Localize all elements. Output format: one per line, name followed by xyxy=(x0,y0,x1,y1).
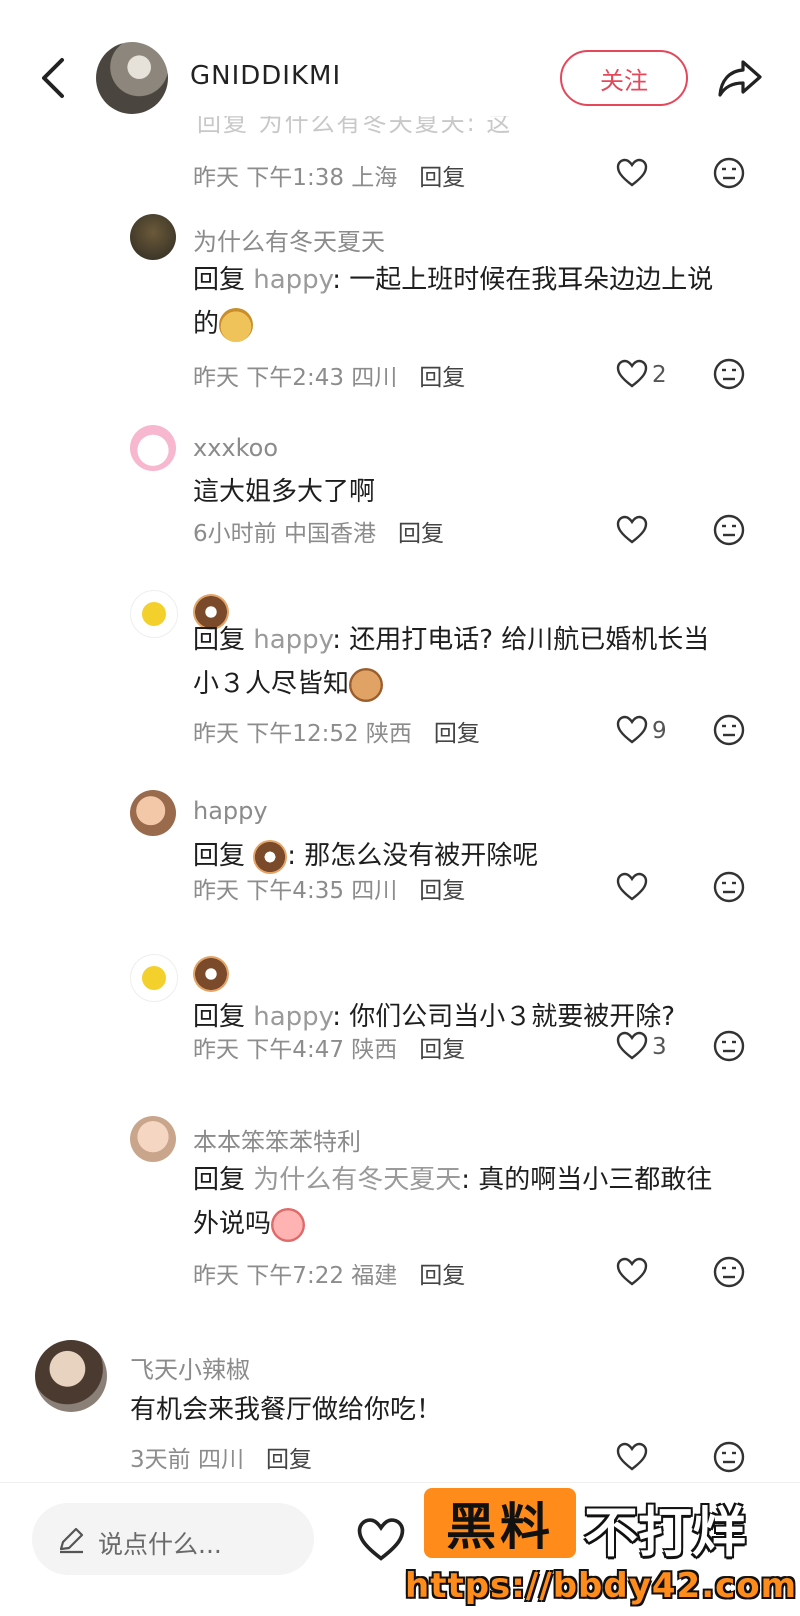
heart-icon[interactable] xyxy=(616,515,648,545)
dislike-face-icon[interactable] xyxy=(712,156,746,190)
reply-button[interactable]: 回复 xyxy=(419,878,465,904)
comment-avatar[interactable] xyxy=(130,425,176,471)
heart-icon[interactable] xyxy=(616,1031,648,1061)
comment-input-placeholder[interactable]: 说点什么... xyxy=(98,1525,222,1561)
heart-icon[interactable] xyxy=(616,359,648,389)
comment-meta: 3天前 四川 回复 xyxy=(130,1447,312,1473)
crying-face-emoji xyxy=(271,1207,306,1242)
duck-emoji xyxy=(142,966,166,990)
back-arrow-icon[interactable] xyxy=(36,56,70,100)
comment-meta: 6小时前 中国香港 回复 xyxy=(193,521,444,547)
dislike-face-icon[interactable] xyxy=(712,357,746,391)
watermark-url: https://bbdy42.com xyxy=(405,1566,798,1606)
donut-target-emoji[interactable] xyxy=(253,839,288,874)
dislike-face-icon[interactable] xyxy=(712,1440,746,1474)
reply-button[interactable]: 回复 xyxy=(266,1447,312,1473)
pencil-icon xyxy=(59,1527,84,1554)
follow-button[interactable]: 关注 xyxy=(560,50,688,106)
heart-icon[interactable] xyxy=(616,1442,648,1472)
comment-username[interactable]: 飞天小辣椒 xyxy=(130,1350,250,1385)
reply-button[interactable]: 回复 xyxy=(419,365,465,391)
top-bar: GNIDDIKMI 关注 xyxy=(0,0,800,128)
comment-username[interactable]: 本本笨笨苯特利 xyxy=(193,1122,361,1157)
comment-username[interactable]: happy xyxy=(193,797,268,825)
reply-target[interactable]: happy xyxy=(253,1002,332,1032)
donut-username-emoji[interactable] xyxy=(193,956,229,992)
comment-avatar[interactable] xyxy=(130,590,178,638)
comment-avatar[interactable] xyxy=(130,1116,176,1162)
dislike-face-icon[interactable] xyxy=(712,1255,746,1289)
comment-text: 有机会来我餐厅做给你吃！ xyxy=(130,1395,443,1425)
heart-icon[interactable] xyxy=(356,1517,406,1563)
comment-text: 回复 happy: 一起上班时候在我耳朵边边上说 的 xyxy=(193,258,753,346)
comment-username[interactable]: 为什么有冬天夏天 xyxy=(193,222,385,257)
comment-meta: 昨天 下午1:38 上海 回复 xyxy=(193,165,466,191)
dislike-face-icon[interactable] xyxy=(712,513,746,547)
dislike-face-icon[interactable] xyxy=(712,1029,746,1063)
comment-meta: 昨天 下午2:43 四川 回复 xyxy=(193,365,466,391)
reply-target[interactable]: 为什么有冬天夏天 xyxy=(253,1165,461,1195)
comment-meta: 昨天 下午4:35 四川 回复 xyxy=(193,878,466,904)
comment-meta: 昨天 下午7:22 福建 回复 xyxy=(193,1263,466,1289)
comment-text: 這大姐多大了啊 xyxy=(193,477,376,507)
reply-button[interactable]: 回复 xyxy=(419,165,465,191)
share-icon[interactable] xyxy=(716,56,764,100)
reply-button[interactable]: 回复 xyxy=(419,1263,465,1289)
comment-text: 回复 为什么有冬天夏天: 真的啊当小三都敢往 外说吗 xyxy=(193,1158,773,1246)
dog-emoji xyxy=(349,667,384,702)
comment-avatar[interactable] xyxy=(35,1340,107,1412)
author-avatar[interactable] xyxy=(96,42,168,114)
dislike-face-icon[interactable] xyxy=(712,713,746,747)
comment-username[interactable]: xxxkoo xyxy=(193,434,278,462)
heart-icon[interactable] xyxy=(616,872,648,902)
watermark-badge: 黑料 xyxy=(424,1488,576,1558)
watermark-text: 不打烊 xyxy=(584,1501,746,1564)
reply-button[interactable]: 回复 xyxy=(434,721,480,747)
heart-icon[interactable] xyxy=(616,158,648,188)
comment-text: 回复 happy: 还用打电话? 给川航已婚机长当 小３人尽皆知 xyxy=(193,618,753,706)
duck-emoji xyxy=(142,602,166,626)
heart-icon[interactable] xyxy=(616,1257,648,1287)
like-count: 3 xyxy=(652,1034,667,1060)
comment-avatar[interactable] xyxy=(130,214,176,260)
reply-button[interactable]: 回复 xyxy=(419,1037,465,1063)
reply-target[interactable]: happy xyxy=(253,265,332,295)
cat-face-emoji xyxy=(219,307,254,342)
clipped-comment-text: 回复 为什么有冬天夏天: 这 xyxy=(197,116,513,137)
comment-avatar[interactable] xyxy=(130,790,176,836)
like-count: 2 xyxy=(652,362,667,388)
comment-avatar[interactable] xyxy=(130,954,178,1002)
reply-target[interactable]: happy xyxy=(253,625,332,655)
dislike-face-icon[interactable] xyxy=(712,870,746,904)
comment-meta: 昨天 下午4:47 陕西 回复 xyxy=(193,1037,466,1063)
reply-button[interactable]: 回复 xyxy=(398,521,444,547)
heart-icon[interactable] xyxy=(616,715,648,745)
author-name[interactable]: GNIDDIKMI xyxy=(190,61,341,91)
comment-meta: 昨天 下午12:52 陕西 回复 xyxy=(193,721,480,747)
like-count: 9 xyxy=(652,718,667,744)
